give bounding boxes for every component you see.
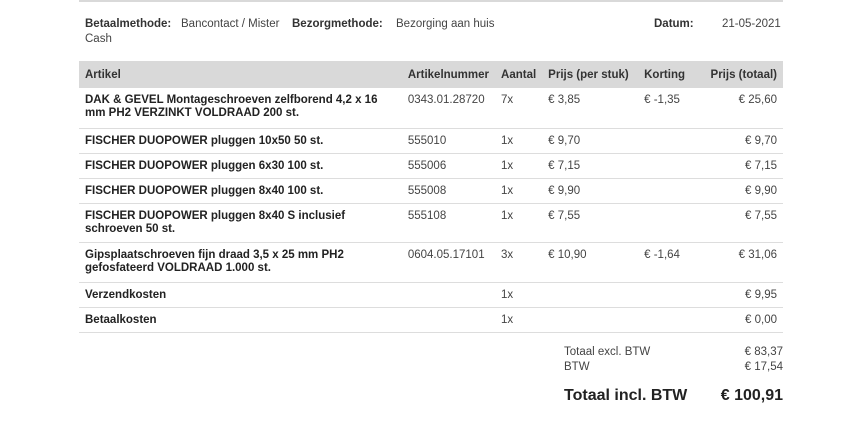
cell-total: € 9,90 [700,178,783,204]
cell-discount: € -1,35 [638,88,701,129]
cell-article: FISCHER DUOPOWER pluggen 8x40 S inclusie… [79,203,402,243]
table-row: FISCHER DUOPOWER pluggen 6x30 100 st. 55… [79,153,783,179]
cell-article-number [401,307,496,333]
cell-article-number: 0343.01.28720 [401,88,496,129]
cell-article-number: 555010 [401,128,496,154]
cell-total: € 9,95 [700,282,783,308]
header-unit-price: Prijs (per stuk) [542,61,639,88]
cell-discount: € -1,64 [638,242,701,283]
cell-discount [638,282,701,308]
table-row: FISCHER DUOPOWER pluggen 8x40 S inclusie… [79,203,783,243]
cell-quantity: 3x [495,242,543,283]
vat-value: € 17,54 [744,361,783,373]
total-incl-vat-label: Totaal incl. BTW [564,387,688,404]
cell-article-number [401,282,496,308]
table-header-row: Artikel Artikelnummer Aantal Prijs (per … [79,61,783,88]
payment-method-value-cont: Cash [85,33,112,45]
cell-unit-price: € 7,15 [542,153,639,179]
top-divider [79,0,783,2]
cell-total: € 7,55 [700,203,783,243]
cell-article-number: 0604.05.17101 [401,242,496,283]
table-row: Gipsplaatschroeven fijn draad 3,5 x 25 m… [79,242,783,283]
delivery-method-value: Bezorging aan huis [396,18,495,30]
table-row: Verzendkosten 1x € 9,95 [79,282,783,308]
cell-quantity: 1x [495,128,543,154]
table-row: DAK & GEVEL Montageschroeven zelfborend … [79,88,783,129]
cell-article-number: 555006 [401,153,496,179]
cell-unit-price: € 9,90 [542,178,639,204]
cell-article: FISCHER DUOPOWER pluggen 8x40 100 st. [79,178,402,204]
cell-unit-price [542,307,639,333]
cell-discount [638,128,701,154]
payment-method-label: Betaalmethode: [85,18,172,30]
cell-quantity: 1x [495,203,543,243]
cell-discount [638,178,701,204]
cell-article: Verzendkosten [79,282,402,308]
cell-quantity: 1x [495,307,543,333]
table-row: FISCHER DUOPOWER pluggen 10x50 50 st. 55… [79,128,783,154]
table-row: FISCHER DUOPOWER pluggen 8x40 100 st. 55… [79,178,783,204]
date-value: 21-05-2021 [722,18,781,30]
cell-total: € 0,00 [700,307,783,333]
cell-quantity: 1x [495,282,543,308]
cell-total: € 9,70 [700,128,783,154]
cell-article: Gipsplaatschroeven fijn draad 3,5 x 25 m… [79,242,402,283]
cell-total: € 7,15 [700,153,783,179]
cell-unit-price: € 9,70 [542,128,639,154]
header-total-price: Prijs (totaal) [700,61,783,88]
table-row: Betaalkosten 1x € 0,00 [79,307,783,333]
subtotal-excl-vat-label: Totaal excl. BTW [564,346,651,358]
cell-article: FISCHER DUOPOWER pluggen 10x50 50 st. [79,128,402,154]
cell-total: € 25,60 [700,88,783,129]
cell-article: FISCHER DUOPOWER pluggen 6x30 100 st. [79,153,402,179]
delivery-method-label: Bezorgmethode: [292,18,383,30]
cell-total: € 31,06 [700,242,783,283]
cell-quantity: 7x [495,88,543,129]
cell-unit-price: € 7,55 [542,203,639,243]
cell-discount [638,307,701,333]
header-quantity: Aantal [495,61,543,88]
date-label: Datum: [654,18,694,30]
cell-discount [638,153,701,179]
header-discount: Korting [638,61,701,88]
cell-quantity: 1x [495,153,543,179]
cell-article-number: 555108 [401,203,496,243]
payment-method-value: Bancontact / Mister [181,18,280,30]
cell-discount [638,203,701,243]
header-article: Artikel [79,61,402,88]
cell-unit-price: € 3,85 [542,88,639,129]
cell-unit-price: € 10,90 [542,242,639,283]
cell-article-number: 555008 [401,178,496,204]
cell-unit-price [542,282,639,308]
vat-label: BTW [564,361,590,373]
subtotal-excl-vat-value: € 83,37 [744,346,783,358]
total-incl-vat-value: € 100,91 [720,387,783,404]
cell-quantity: 1x [495,178,543,204]
cell-article: DAK & GEVEL Montageschroeven zelfborend … [79,88,402,129]
cell-article: Betaalkosten [79,307,402,333]
order-items-table: Artikel Artikelnummer Aantal Prijs (per … [79,61,783,333]
header-article-number: Artikelnummer [401,61,496,88]
